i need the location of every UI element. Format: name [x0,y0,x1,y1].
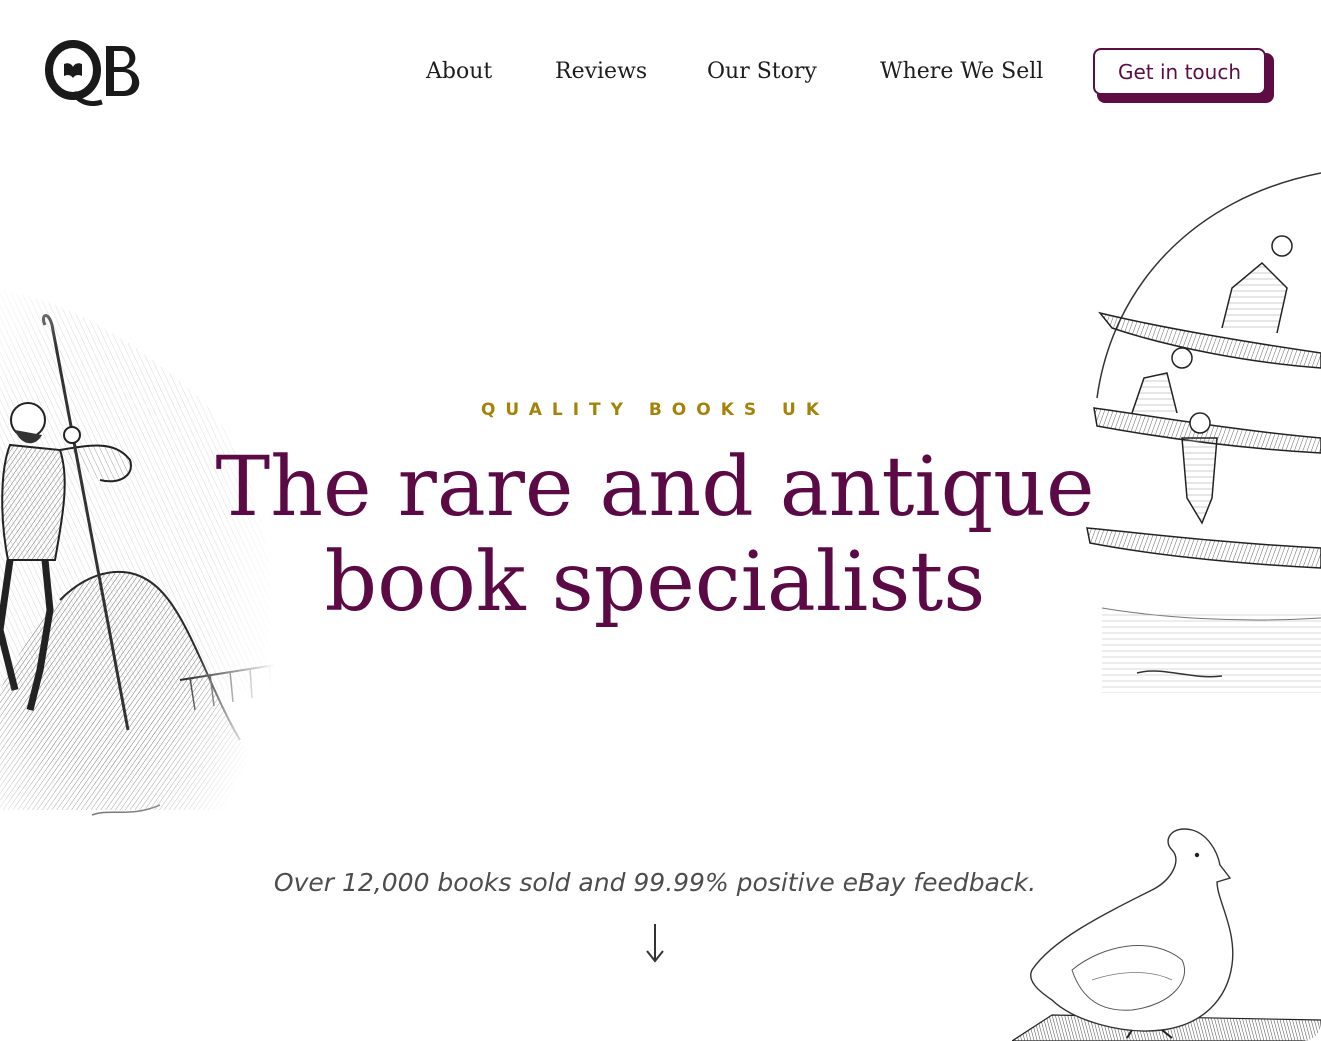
nav-link-where-we-sell[interactable]: Where We Sell [880,56,1043,88]
get-in-touch-button[interactable]: Get in touch [1093,48,1266,95]
hero-subline: Over 12,000 books sold and 99.99% positi… [273,868,1037,897]
get-in-touch-wrapper: Get in touch [1093,48,1275,104]
hero-eyebrow: QUALITY BOOKS UK [480,400,830,420]
canoes-illustration [1086,172,1321,693]
arrow-down-icon[interactable] [640,920,670,968]
hero-headline: The rare and antique book specialists [215,440,1095,630]
nav-link-our-story[interactable]: Our Story [707,56,817,88]
nav-link-reviews[interactable]: Reviews [555,56,647,88]
arrow-down-glyph [646,924,664,963]
duck-illustration [1012,828,1321,1041]
nav-link-about[interactable]: About [426,56,492,88]
page: About Reviews Our Story Where We Sell Ge… [0,0,1321,1041]
